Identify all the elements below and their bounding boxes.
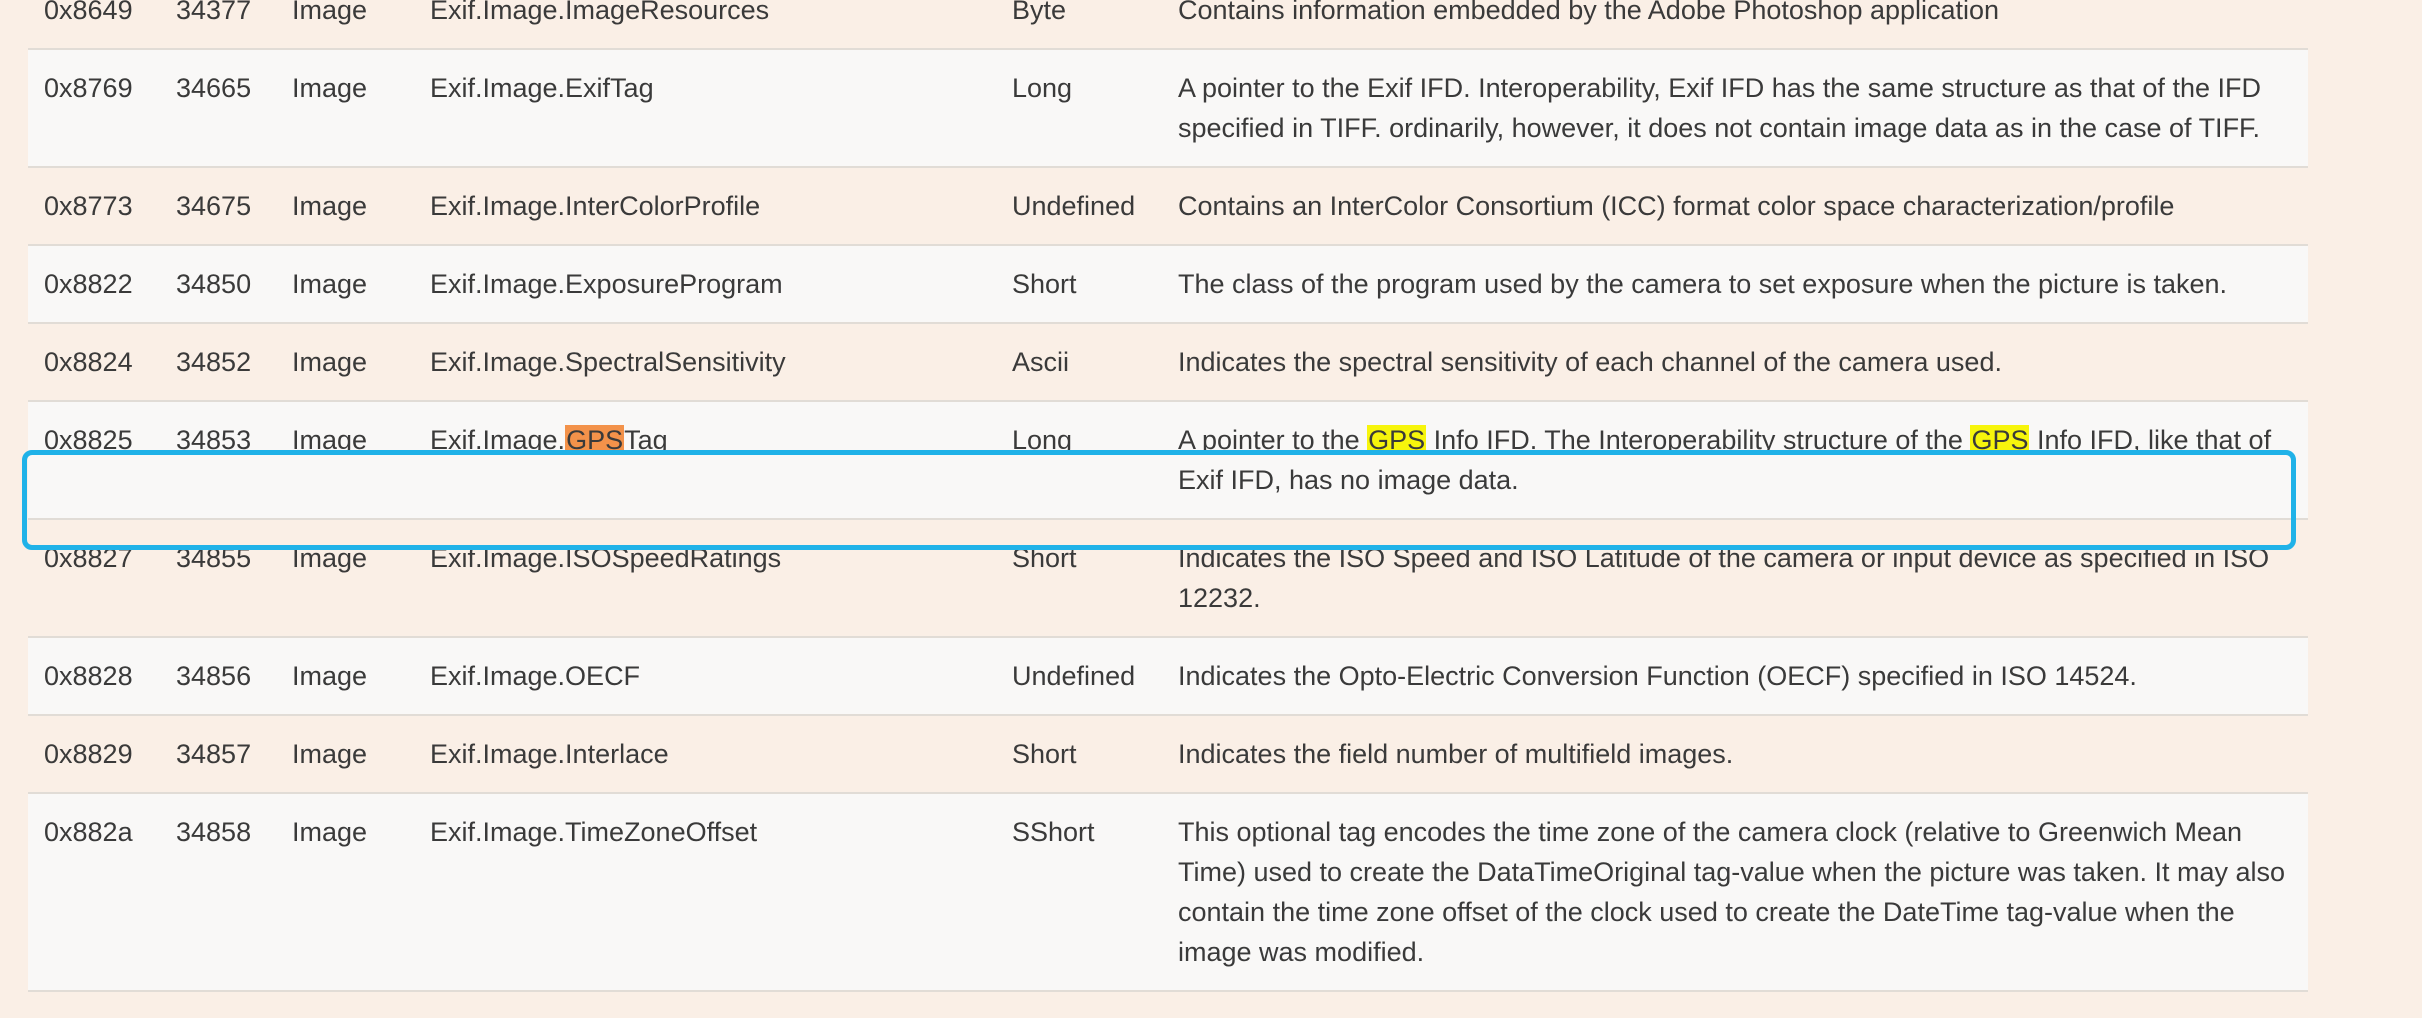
ifd-cell: Image <box>276 0 414 50</box>
ifd-cell: Image <box>276 637 414 716</box>
tag-hex-cell: 0x882a <box>28 793 160 992</box>
ifd-cell: Image <box>276 245 414 324</box>
description-cell: A pointer to the Exif IFD. Interoperabil… <box>1162 49 2308 168</box>
tag-dec-cell: 34665 <box>160 49 276 168</box>
type-cell: Ascii <box>996 323 1162 402</box>
table-row: 0x882a 34858 Image Exif.Image.TimeZoneOf… <box>28 793 2308 992</box>
ifd-cell: Image <box>276 401 414 520</box>
tag-dec-cell: 34855 <box>160 519 276 638</box>
tag-hex-cell: 0x8773 <box>28 167 160 246</box>
table-row: 0x8829 34857 Image Exif.Image.Interlace … <box>28 715 2308 794</box>
tag-dec-cell: 34377 <box>160 0 276 50</box>
tag-dec-cell: 34853 <box>160 401 276 520</box>
key-cell: Exif.Image.Interlace <box>414 715 996 794</box>
key-cell: Exif.Image.TimeZoneOffset <box>414 793 996 992</box>
current-search-match: GPS <box>565 425 625 455</box>
key-cell: Exif.Image.InterColorProfile <box>414 167 996 246</box>
tag-dec-cell: 34856 <box>160 637 276 716</box>
description-cell: Indicates the field number of multifield… <box>1162 715 2308 794</box>
key-cell: Exif.Image.GPSTag <box>414 401 996 520</box>
tag-dec-cell: 34858 <box>160 793 276 992</box>
key-cell: Exif.Image.SpectralSensitivity <box>414 323 996 402</box>
exif-tag-table-container: 0x8649 34377 Image Exif.Image.ImageResou… <box>28 0 2308 992</box>
key-cell: Exif.Image.ExposureProgram <box>414 245 996 324</box>
tag-hex-cell: 0x8827 <box>28 519 160 638</box>
type-cell: SShort <box>996 793 1162 992</box>
key-cell: Exif.Image.ISOSpeedRatings <box>414 519 996 638</box>
type-cell: Long <box>996 49 1162 168</box>
description-cell: Indicates the ISO Speed and ISO Latitude… <box>1162 519 2308 638</box>
tag-hex-cell: 0x8829 <box>28 715 160 794</box>
ifd-cell: Image <box>276 793 414 992</box>
type-cell: Short <box>996 245 1162 324</box>
tag-dec-cell: 34857 <box>160 715 276 794</box>
type-cell: Long <box>996 401 1162 520</box>
table-row: 0x8827 34855 Image Exif.Image.ISOSpeedRa… <box>28 519 2308 638</box>
description-cell: A pointer to the GPS Info IFD. The Inter… <box>1162 401 2308 520</box>
type-cell: Undefined <box>996 637 1162 716</box>
tag-hex-cell: 0x8649 <box>28 0 160 50</box>
search-match: GPS <box>1970 425 2030 455</box>
key-cell: Exif.Image.ExifTag <box>414 49 996 168</box>
table-row: 0x8822 34850 Image Exif.Image.ExposurePr… <box>28 245 2308 324</box>
ifd-cell: Image <box>276 49 414 168</box>
description-cell: Indicates the Opto-Electric Conversion F… <box>1162 637 2308 716</box>
search-match: GPS <box>1367 425 1427 455</box>
description-cell: Contains an InterColor Consortium (ICC) … <box>1162 167 2308 246</box>
tag-dec-cell: 34852 <box>160 323 276 402</box>
ifd-cell: Image <box>276 715 414 794</box>
description-cell: Indicates the spectral sensitivity of ea… <box>1162 323 2308 402</box>
tag-hex-cell: 0x8825 <box>28 401 160 520</box>
key-prefix: Exif.Image. <box>430 425 566 455</box>
desc-part: A pointer to the <box>1178 425 1368 455</box>
tag-dec-cell: 34675 <box>160 167 276 246</box>
ifd-cell: Image <box>276 323 414 402</box>
page: 0x8649 34377 Image Exif.Image.ImageResou… <box>0 0 2422 1018</box>
type-cell: Undefined <box>996 167 1162 246</box>
key-suffix: Tag <box>624 425 668 455</box>
description-cell: The class of the program used by the cam… <box>1162 245 2308 324</box>
table-row: 0x8769 34665 Image Exif.Image.ExifTag Lo… <box>28 49 2308 168</box>
tag-dec-cell: 34850 <box>160 245 276 324</box>
table-row: 0x8649 34377 Image Exif.Image.ImageResou… <box>28 0 2308 50</box>
tag-hex-cell: 0x8824 <box>28 323 160 402</box>
tag-hex-cell: 0x8822 <box>28 245 160 324</box>
table-row: 0x8773 34675 Image Exif.Image.InterColor… <box>28 167 2308 246</box>
exif-tag-table: 0x8649 34377 Image Exif.Image.ImageResou… <box>28 0 2308 992</box>
tag-hex-cell: 0x8828 <box>28 637 160 716</box>
description-cell: Contains information embedded by the Ado… <box>1162 0 2308 50</box>
desc-part: Info IFD. The Interoperability structure… <box>1426 425 1971 455</box>
type-cell: Byte <box>996 0 1162 50</box>
tag-hex-cell: 0x8769 <box>28 49 160 168</box>
type-cell: Short <box>996 519 1162 638</box>
key-cell: Exif.Image.OECF <box>414 637 996 716</box>
table-row: 0x8828 34856 Image Exif.Image.OECF Undef… <box>28 637 2308 716</box>
ifd-cell: Image <box>276 167 414 246</box>
key-cell: Exif.Image.ImageResources <box>414 0 996 50</box>
table-row: 0x8824 34852 Image Exif.Image.SpectralSe… <box>28 323 2308 402</box>
type-cell: Short <box>996 715 1162 794</box>
table-row-gps-highlighted: 0x8825 34853 Image Exif.Image.GPSTag Lon… <box>28 401 2308 520</box>
description-cell: This optional tag encodes the time zone … <box>1162 793 2308 992</box>
ifd-cell: Image <box>276 519 414 638</box>
